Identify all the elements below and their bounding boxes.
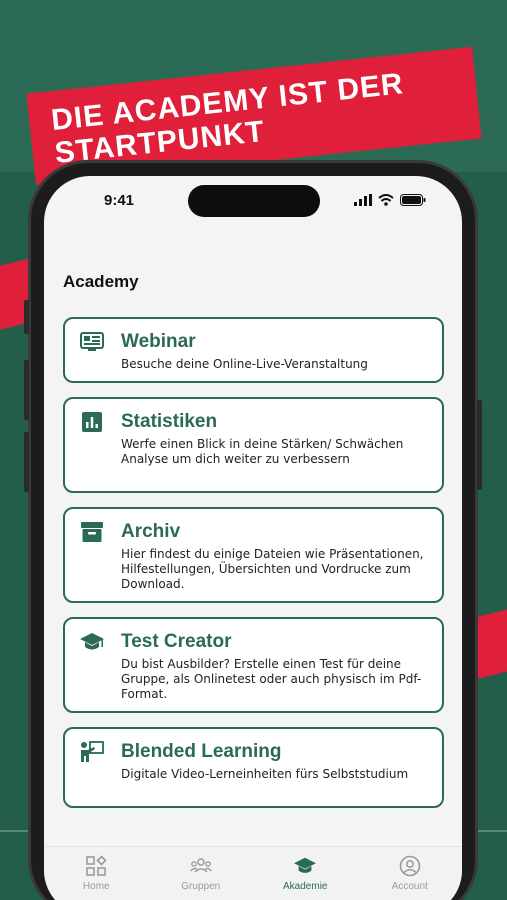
- webinar-icon: [79, 331, 105, 353]
- wifi-icon: [378, 194, 394, 206]
- card-webinar[interactable]: Webinar Besuche deine Online-Live-Verans…: [63, 317, 444, 383]
- presenter-icon: [79, 741, 105, 763]
- card-description: Hier findest du einige Dateien wie Präse…: [121, 547, 424, 591]
- card-title: Webinar: [121, 331, 196, 352]
- card-title: Statistiken: [121, 411, 218, 432]
- tab-account[interactable]: Account: [358, 855, 463, 900]
- card-description: Du bist Ausbilder? Erstelle einen Test f…: [121, 657, 422, 701]
- card-description: Werfe einen Blick in deine Stärken/ Schw…: [121, 437, 404, 466]
- tab-label: Account: [391, 881, 428, 892]
- card-statistiken[interactable]: Statistiken Werfe einen Blick in deine S…: [63, 397, 444, 493]
- card-description: Besuche deine Online-Live-Veranstaltung: [121, 357, 368, 371]
- graduation-cap-icon: [294, 857, 317, 873]
- account-icon: [399, 855, 421, 877]
- phone-side-button: [24, 300, 29, 334]
- battery-icon: [400, 194, 426, 206]
- home-grid-icon: [86, 855, 107, 876]
- tab-bar: Home Gruppen Akademie Account: [44, 846, 462, 900]
- card-blended-learning[interactable]: Blended Learning Digitale Video-Lerneinh…: [63, 727, 444, 808]
- tab-label: Akademie: [283, 881, 328, 892]
- tab-label: Home: [82, 881, 110, 892]
- tab-label: Gruppen: [181, 881, 221, 892]
- card-test-creator[interactable]: Test Creator Du bist Ausbilder? Erstelle…: [63, 617, 444, 713]
- phone-side-button: [24, 360, 29, 420]
- card-description: Digitale Video-Lerneinheiten fürs Selbst…: [121, 767, 409, 781]
- card-archiv[interactable]: Archiv Hier findest du einige Dateien wi…: [63, 507, 444, 603]
- card-title: Archiv: [121, 521, 181, 542]
- page-title: Academy: [63, 272, 139, 291]
- cellular-signal-icon: [354, 194, 372, 206]
- tab-gruppen[interactable]: Gruppen: [149, 855, 254, 900]
- bar-chart-icon: [79, 411, 105, 433]
- tab-home[interactable]: Home: [44, 855, 149, 900]
- card-title: Blended Learning: [121, 741, 282, 762]
- phone-side-button: [477, 400, 482, 490]
- card-title: Test Creator: [121, 631, 232, 652]
- status-icons: [354, 194, 426, 206]
- status-time: 9:41: [104, 192, 135, 209]
- groups-icon: [189, 858, 212, 873]
- phone-screen: 9:41 Academy Webinar Besuche deine Onlin…: [44, 176, 462, 900]
- tab-akademie[interactable]: Akademie: [253, 855, 358, 900]
- archive-box-icon: [79, 521, 105, 543]
- dynamic-island: [188, 185, 320, 217]
- graduation-cap-icon: [79, 631, 105, 653]
- status-bar: 9:41: [44, 176, 462, 224]
- phone-side-button: [24, 432, 29, 492]
